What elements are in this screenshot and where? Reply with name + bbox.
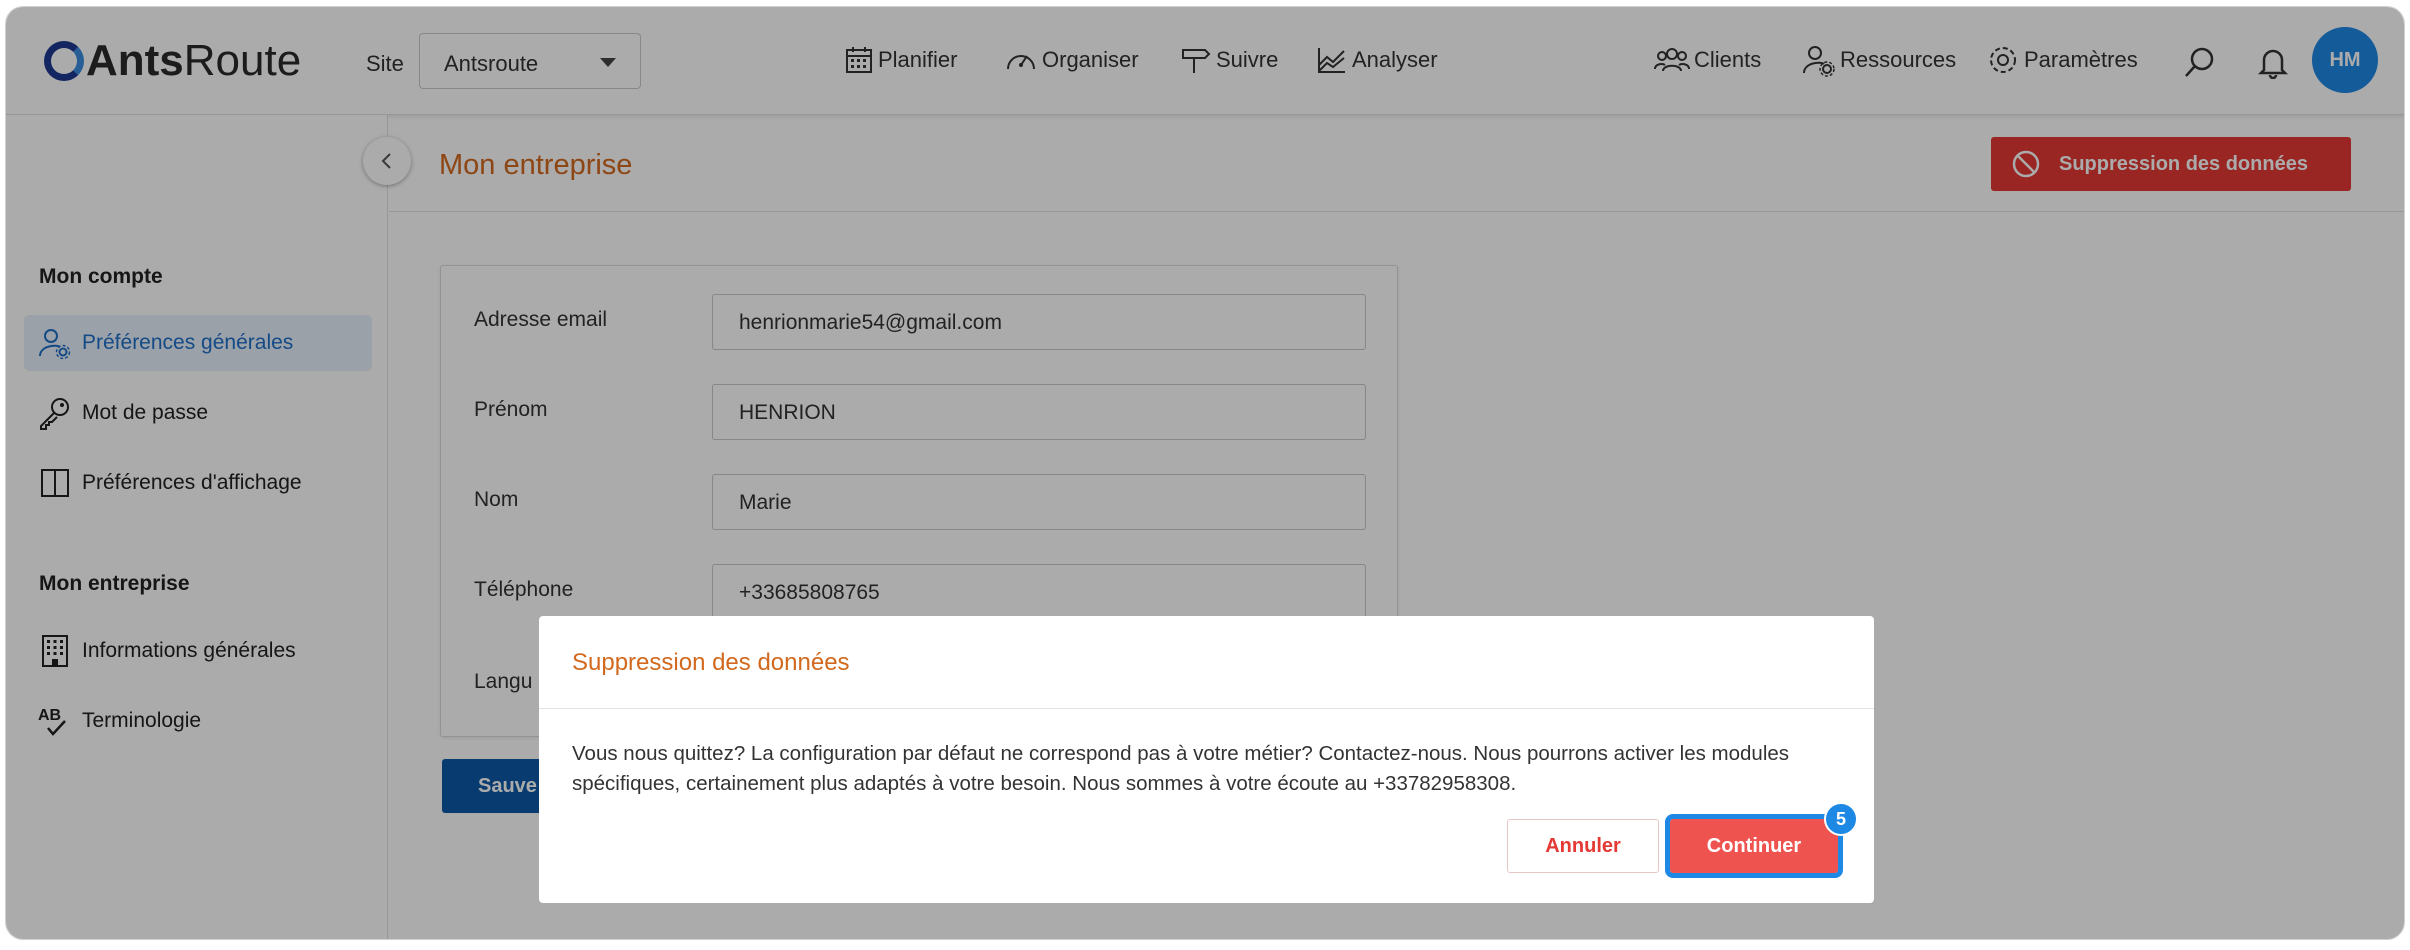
dialog-message: Vous nous quittez? La configuration par … (572, 742, 1790, 795)
cancel-button[interactable]: Annuler (1507, 819, 1659, 873)
dialog-title: Suppression des données (572, 649, 850, 676)
step-badge: 5 (1824, 802, 1858, 836)
delete-data-dialog: Suppression des données Vous nous quitte… (539, 616, 1874, 903)
app-window: AntsRoute Site Antsroute Planifier Organ… (5, 6, 2405, 940)
dialog-divider (539, 708, 1874, 709)
continue-button[interactable]: Continuer (1665, 814, 1843, 878)
